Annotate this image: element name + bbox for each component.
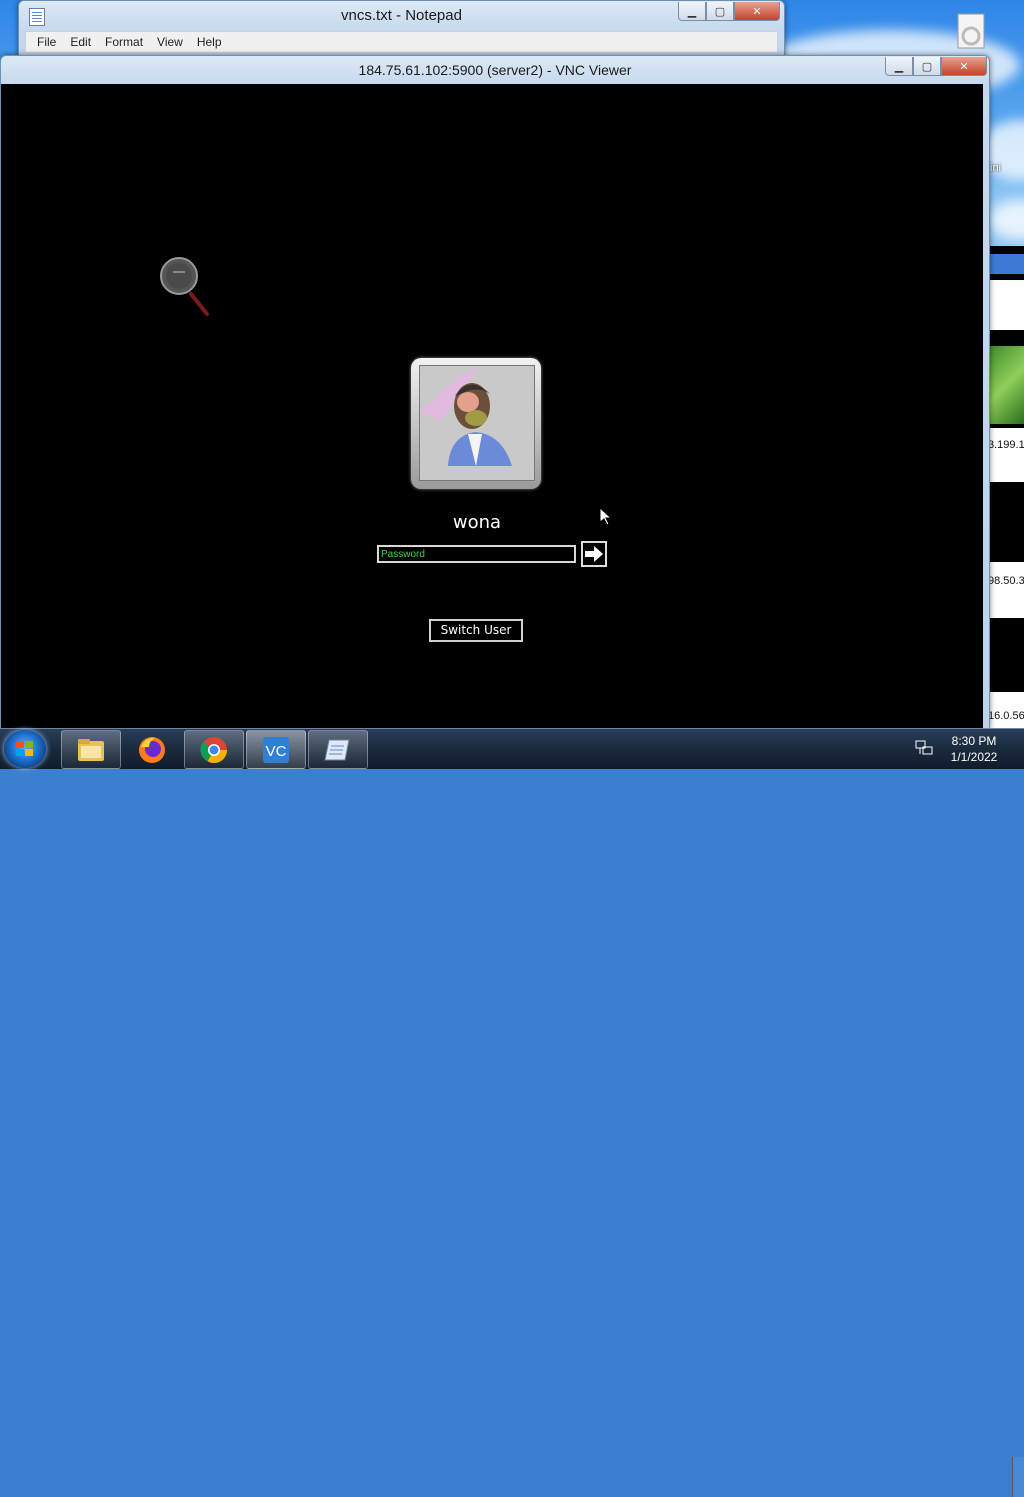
menu-edit[interactable]: Edit (65, 35, 96, 49)
network-icon[interactable] (915, 740, 933, 756)
close-button[interactable]: ✕ (734, 2, 780, 21)
show-desktop-button[interactable] (1012, 1457, 1024, 1497)
background-thumbnail (988, 346, 1024, 424)
arrow-right-icon (585, 546, 603, 562)
switch-user-button[interactable]: Switch User (429, 619, 523, 642)
taskbar-explorer-button[interactable] (61, 730, 121, 769)
avatar (419, 365, 535, 481)
ip-fragment-3: 16.0.56 (988, 710, 1024, 722)
taskbar: VC (0, 728, 1024, 1497)
close-button[interactable]: ✕ (941, 57, 987, 76)
chrome-icon (200, 736, 228, 763)
vnc-title: 184.75.61.102:5900 (server2) - VNC Viewe… (358, 62, 632, 78)
ip-fragment-2: 98.50.3 (988, 575, 1024, 587)
background-window-header (988, 254, 1024, 274)
remote-screen[interactable]: wona Switch User (1, 84, 983, 756)
vnc-viewer-window[interactable]: 184.75.61.102:5900 (server2) - VNC Viewe… (0, 55, 990, 756)
mouse-cursor-icon (600, 508, 612, 526)
notepad-icon (324, 739, 350, 760)
username-label: wona (452, 512, 502, 533)
vnc-titlebar[interactable]: 184.75.61.102:5900 (server2) - VNC Viewe… (1, 56, 989, 84)
maximize-button[interactable]: ▢ (706, 2, 734, 21)
user-avatar-frame (411, 358, 541, 489)
magnifier-icon[interactable] (159, 256, 215, 318)
notepad-title: vncs.txt - Notepad (341, 7, 462, 24)
desktop-icon-label[interactable]: ini (990, 162, 1001, 174)
submit-button[interactable] (581, 541, 607, 567)
taskbar-vnc-viewer-button[interactable]: VC (246, 730, 306, 769)
svg-text:VC: VC (266, 743, 287, 760)
password-input[interactable] (381, 547, 571, 561)
minimize-button[interactable]: ▁ (885, 57, 913, 76)
user-avatar-icon (420, 366, 512, 466)
system-clock[interactable]: 8:30 PM 1/1/2022 (942, 733, 1006, 765)
taskbar-chrome-button[interactable] (184, 730, 244, 769)
maximize-button[interactable]: ▢ (913, 57, 941, 76)
background-window-panel: 3.199.1 98.50.3 16.0.56 (988, 246, 1024, 728)
notepad-titlebar[interactable]: vncs.txt - Notepad ▁ ▢ ✕ (19, 1, 784, 29)
menu-format[interactable]: Format (100, 35, 148, 49)
start-button[interactable] (4, 730, 46, 768)
vnc-viewer-icon: VC (263, 736, 289, 763)
clock-time: 8:30 PM (951, 734, 997, 748)
clock-date: 1/1/2022 (950, 750, 998, 764)
menu-file[interactable]: File (32, 35, 61, 49)
notepad-caption-buttons: ▁ ▢ ✕ (678, 2, 780, 21)
vnc-caption-buttons: ▁ ▢ ✕ (885, 57, 987, 76)
desktop-file-icon[interactable] (952, 12, 992, 58)
firefox-icon (139, 736, 165, 763)
taskbar-notepad-button[interactable] (308, 730, 368, 769)
notepad-menubar: File Edit Format View Help (25, 31, 778, 53)
windows-logo-icon (16, 741, 33, 756)
menu-view[interactable]: View (152, 35, 188, 49)
minimize-button[interactable]: ▁ (678, 2, 706, 21)
explorer-icon (78, 738, 104, 761)
taskbar-firefox-button[interactable] (122, 730, 182, 769)
password-field-frame (377, 545, 576, 563)
menu-help[interactable]: Help (192, 35, 227, 49)
ip-fragment-1: 3.199.1 (988, 439, 1024, 451)
